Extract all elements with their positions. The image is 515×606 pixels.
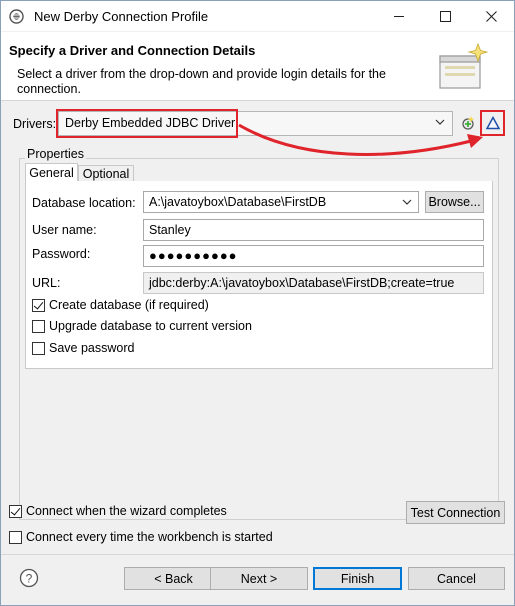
save-password-label: Save password (49, 341, 135, 355)
close-icon (485, 10, 497, 22)
new-driver-button[interactable] (458, 113, 478, 133)
cancel-button[interactable]: Cancel (408, 567, 505, 590)
help-icon: ? (19, 568, 39, 588)
footer-divider (1, 554, 514, 555)
db-location-label: Database location: (32, 196, 136, 210)
password-input[interactable]: ●●●●●●●●●● (143, 245, 484, 267)
minimize-button[interactable] (376, 1, 422, 31)
wizard-banner-icon (439, 42, 489, 89)
new-driver-icon (462, 116, 475, 130)
tab-general-label: General (29, 166, 74, 180)
db-location-value: A:\javatoybox\Database\FirstDB (149, 195, 327, 209)
test-connection-button[interactable]: Test Connection (406, 501, 505, 524)
finish-button[interactable]: Finish (313, 567, 402, 590)
password-value: ●●●●●●●●●● (149, 248, 238, 263)
properties-group-label: Properties (25, 147, 86, 161)
help-button[interactable]: ? (19, 568, 39, 588)
title-bar: New Derby Connection Profile (1, 1, 514, 31)
create-database-checkbox[interactable] (32, 299, 45, 312)
close-button[interactable] (468, 1, 514, 31)
db-location-combo[interactable]: A:\javatoybox\Database\FirstDB (143, 191, 419, 213)
url-label: URL: (32, 276, 61, 290)
tab-optional-label: Optional (82, 166, 130, 181)
connect-every-time-checkbox[interactable] (9, 531, 22, 544)
tab-general[interactable]: General (25, 163, 78, 182)
back-button[interactable]: < Back (124, 567, 223, 590)
annotation-highlight-driver (56, 109, 238, 138)
maximize-icon (439, 10, 451, 22)
window-title: New Derby Connection Profile (34, 9, 209, 24)
annotation-highlight-edit-button (480, 110, 505, 136)
page-description: Select a driver from the drop-down and p… (17, 67, 386, 96)
chevron-down-icon (402, 199, 412, 205)
password-label: Password: (32, 247, 91, 261)
user-name-input[interactable]: Stanley (143, 219, 484, 241)
browse-button[interactable]: Browse... (425, 191, 484, 213)
tab-optional[interactable]: Optional (78, 165, 134, 181)
create-database-label: Create database (if required) (49, 298, 209, 312)
upgrade-database-label: Upgrade database to current version (49, 319, 252, 333)
connect-every-time-label: Connect every time the workbench is star… (26, 530, 273, 544)
wizard-header: Specify a Driver and Connection Details … (1, 32, 514, 101)
dialog-window: New Derby Connection Profile Specify a D… (0, 0, 515, 606)
next-button[interactable]: Next > (210, 567, 308, 590)
eclipse-app-icon (9, 9, 24, 24)
user-name-value: Stanley (149, 223, 191, 237)
drivers-label: Drivers: (13, 117, 57, 131)
chevron-down-icon (435, 119, 445, 125)
upgrade-database-checkbox[interactable] (32, 320, 45, 333)
url-field: jdbc:derby:A:\javatoybox\Database\FirstD… (143, 272, 484, 294)
page-title: Specify a Driver and Connection Details (9, 43, 256, 58)
connect-on-finish-label: Connect when the wizard completes (26, 504, 227, 518)
url-value: jdbc:derby:A:\javatoybox\Database\FirstD… (149, 276, 455, 290)
save-password-checkbox[interactable] (32, 342, 45, 355)
minimize-icon (394, 15, 404, 17)
user-name-label: User name: (32, 223, 97, 237)
connect-on-finish-checkbox[interactable] (9, 505, 22, 518)
svg-text:?: ? (26, 572, 33, 586)
maximize-button[interactable] (422, 1, 468, 31)
arrow-head-icon (467, 134, 483, 148)
